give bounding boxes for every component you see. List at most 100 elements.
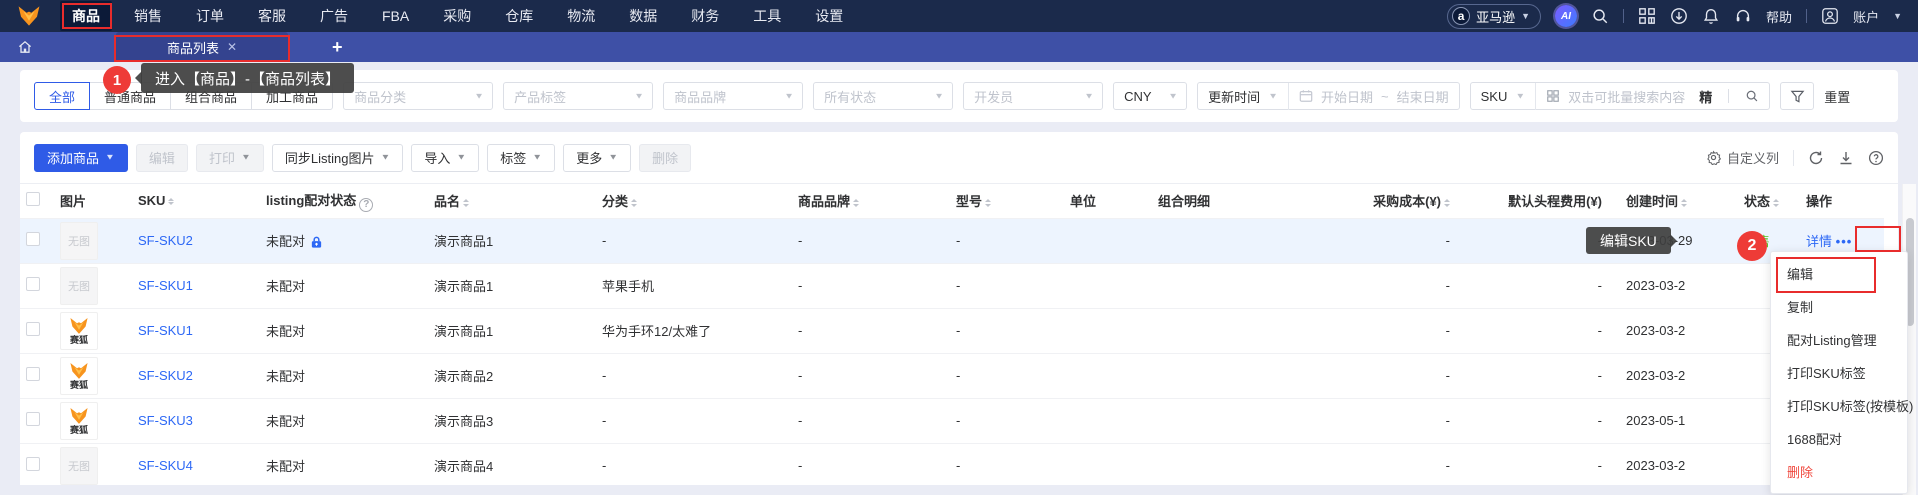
select-currency[interactable]: CNY ▼ bbox=[1113, 82, 1188, 110]
nav-item-tools[interactable]: 工具 bbox=[741, 1, 793, 31]
search-icon[interactable] bbox=[1745, 89, 1759, 103]
date-range-filter[interactable]: 更新时间 ▼ 开始日期 ~ 结束日期 bbox=[1197, 82, 1460, 110]
app-logo-fox-icon bbox=[18, 6, 40, 26]
nav-item-warehouse[interactable]: 仓库 bbox=[493, 1, 545, 31]
select-all-checkbox[interactable] bbox=[26, 192, 40, 207]
help-link[interactable]: 帮助 bbox=[1766, 7, 1792, 26]
end-date-input[interactable]: 结束日期 bbox=[1397, 87, 1449, 106]
add-tab-button[interactable]: + bbox=[332, 37, 343, 58]
date-range-tilde: ~ bbox=[1381, 88, 1389, 104]
sort-icon[interactable] bbox=[168, 195, 175, 209]
customize-columns-label: 自定义列 bbox=[1726, 151, 1779, 166]
reset-filters-button[interactable]: 重置 bbox=[1824, 87, 1850, 106]
row-checkbox[interactable] bbox=[26, 412, 40, 426]
divider bbox=[1793, 149, 1794, 166]
sort-icon[interactable] bbox=[985, 196, 992, 210]
date-field-select[interactable]: 更新时间 bbox=[1208, 87, 1260, 106]
product-image-placeholder: 无图 bbox=[60, 221, 98, 260]
sort-icon[interactable] bbox=[1773, 196, 1780, 210]
cell-combo bbox=[1152, 442, 1300, 485]
nav-item-orders[interactable]: 订单 bbox=[184, 1, 236, 31]
select-brand[interactable]: 商品品牌 ▼ bbox=[663, 82, 804, 110]
sku-link[interactable]: SF-SKU1 bbox=[138, 278, 193, 293]
nav-item-sales[interactable]: 销售 bbox=[122, 1, 174, 31]
select-tag[interactable]: 产品标签 ▼ bbox=[503, 82, 654, 110]
sync-listing-button[interactable]: 同步Listing图片 ▼ bbox=[271, 143, 404, 172]
chevron-down-icon: ▼ bbox=[1521, 11, 1531, 21]
more-button[interactable]: 更多 ▼ bbox=[563, 143, 632, 172]
select-status[interactable]: 所有状态 ▼ bbox=[813, 82, 954, 110]
sort-icon[interactable] bbox=[631, 196, 638, 210]
search-icon[interactable] bbox=[1591, 7, 1609, 25]
tab-product-list[interactable]: 商品列表 ✕ bbox=[116, 32, 288, 62]
table-row: 无图 SF-SKU4 未配对 演示商品4- - - - -2023-03-2 bbox=[20, 442, 1884, 485]
customize-columns-button[interactable]: 自定义列 bbox=[1706, 148, 1779, 167]
refresh-icon[interactable] bbox=[1808, 150, 1824, 166]
context-menu-item-edit[interactable]: 编辑 bbox=[1771, 257, 1907, 290]
close-icon[interactable]: ✕ bbox=[227, 40, 237, 54]
cell-brand: - bbox=[792, 262, 950, 308]
nav-item-finance[interactable]: 财务 bbox=[679, 1, 731, 31]
nav-item-service[interactable]: 客服 bbox=[246, 1, 298, 31]
cell-brand: - bbox=[792, 307, 950, 353]
ai-assistant-button[interactable]: AI bbox=[1555, 5, 1578, 27]
nav-item-purchase[interactable]: 采购 bbox=[431, 1, 483, 31]
sort-icon[interactable] bbox=[463, 196, 470, 210]
add-button[interactable]: 添加商品 ▼ bbox=[34, 143, 128, 172]
context-menu-item-pair-listing[interactable]: 配对Listing管理 bbox=[1771, 323, 1907, 356]
qr-scan-icon[interactable] bbox=[1638, 7, 1656, 25]
context-menu-item-print-sku-label-template[interactable]: 打印SKU标签(按模板) bbox=[1771, 389, 1913, 422]
sort-icon[interactable] bbox=[1681, 196, 1688, 210]
context-menu-item-copy[interactable]: 复制 bbox=[1771, 290, 1907, 323]
sku-link[interactable]: SF-SKU1 bbox=[138, 323, 193, 338]
export-download-icon[interactable] bbox=[1838, 150, 1854, 166]
row-checkbox[interactable] bbox=[26, 322, 40, 336]
cell-select bbox=[20, 442, 54, 485]
chevron-down-icon: ▼ bbox=[934, 91, 945, 101]
context-menu-item-print-sku-label[interactable]: 打印SKU标签 bbox=[1771, 356, 1907, 389]
exact-match-toggle[interactable]: 精 bbox=[1699, 87, 1712, 106]
context-menu-item-1688-pair[interactable]: 1688配对 bbox=[1771, 422, 1907, 455]
account-menu[interactable]: 账户 bbox=[1853, 7, 1879, 26]
cell-sku: SF-SKU1 bbox=[132, 262, 260, 308]
headset-support-icon[interactable] bbox=[1734, 7, 1752, 25]
search-field-select[interactable]: SKU bbox=[1481, 89, 1508, 104]
select-category[interactable]: 商品分类 ▼ bbox=[343, 82, 494, 110]
cell-category: - bbox=[596, 352, 792, 398]
column-label-pairing: listing配对状态 bbox=[266, 193, 357, 208]
start-date-input[interactable]: 开始日期 bbox=[1321, 87, 1373, 106]
tag-button[interactable]: 标签 ▼ bbox=[487, 143, 556, 172]
nav-item-settings[interactable]: 设置 bbox=[803, 1, 855, 31]
row-checkbox[interactable] bbox=[26, 277, 40, 291]
notification-bell-icon[interactable] bbox=[1702, 7, 1720, 25]
nav-item-logistics[interactable]: 物流 bbox=[555, 1, 607, 31]
lock-icon[interactable] bbox=[310, 236, 323, 249]
advanced-filter-button[interactable] bbox=[1780, 82, 1815, 110]
help-circle-icon[interactable] bbox=[1868, 150, 1884, 166]
detail-link[interactable]: 详情 bbox=[1806, 234, 1832, 249]
sort-icon[interactable] bbox=[853, 196, 860, 210]
row-checkbox[interactable] bbox=[26, 232, 40, 246]
import-button[interactable]: 导入 ▼ bbox=[411, 143, 480, 172]
search-input[interactable]: 双击可批量搜索内容 精 bbox=[1536, 83, 1769, 109]
home-tab-button[interactable] bbox=[10, 32, 40, 62]
marketplace-selector[interactable]: a 亚马逊 ▼ bbox=[1447, 3, 1542, 29]
row-checkbox[interactable] bbox=[26, 367, 40, 381]
sku-link[interactable]: SF-SKU3 bbox=[138, 413, 193, 428]
nav-item-products[interactable]: 商品 bbox=[60, 1, 112, 31]
context-menu-item-delete[interactable]: 删除 bbox=[1771, 455, 1907, 488]
more-actions-button[interactable]: ••• bbox=[1836, 234, 1853, 249]
segment-all[interactable]: 全部 bbox=[34, 82, 91, 110]
sku-link[interactable]: SF-SKU2 bbox=[138, 233, 193, 248]
nav-item-ads[interactable]: 广告 bbox=[308, 1, 360, 31]
cell-sku: SF-SKU2 bbox=[132, 352, 260, 398]
sku-link[interactable]: SF-SKU4 bbox=[138, 458, 193, 473]
help-circle-icon[interactable]: ? bbox=[359, 197, 374, 212]
sku-link[interactable]: SF-SKU2 bbox=[138, 368, 193, 383]
nav-item-data[interactable]: 数据 bbox=[617, 1, 669, 31]
sort-icon[interactable] bbox=[1444, 196, 1450, 210]
version-download-icon[interactable] bbox=[1670, 7, 1688, 25]
nav-item-fba[interactable]: FBA bbox=[370, 3, 421, 29]
select-developer[interactable]: 开发员 ▼ bbox=[963, 82, 1104, 110]
row-checkbox[interactable] bbox=[26, 457, 40, 471]
